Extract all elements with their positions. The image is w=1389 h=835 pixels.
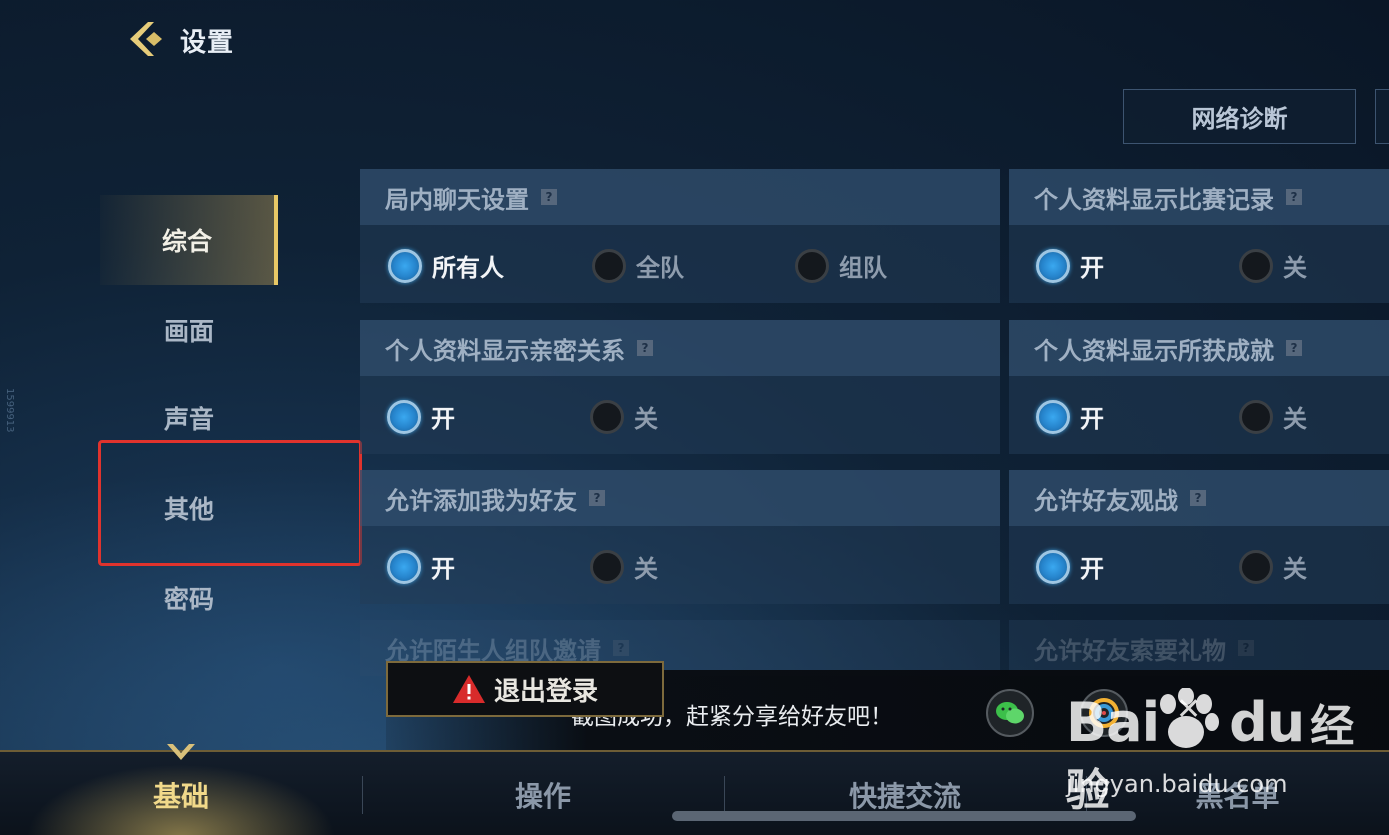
radio-label: 开: [431, 405, 455, 433]
watermark-logo-text: Bai: [1066, 691, 1160, 754]
achievements-panel: 个人资料显示所获成就 ? 开 关: [1009, 320, 1389, 454]
radio-dot-icon: [387, 399, 421, 434]
radio-intimacy-on[interactable]: 开: [387, 399, 455, 434]
radio-chat-team[interactable]: 全队: [592, 248, 684, 283]
radio-label: 全队: [636, 254, 684, 282]
panel-title: 个人资料显示亲密关系: [385, 336, 625, 365]
radio-label: 组队: [839, 254, 887, 282]
help-icon[interactable]: ?: [541, 189, 557, 205]
radio-dot-icon: [1036, 549, 1070, 584]
radio-label: 关: [634, 555, 658, 583]
radio-label: 开: [1080, 254, 1104, 282]
radio-dot-icon: [388, 248, 422, 283]
wechat-share-icon[interactable]: [986, 689, 1034, 737]
radio-add-friend-on[interactable]: 开: [387, 549, 455, 584]
match-record-panel: 个人资料显示比赛记录 ? 开 关: [1009, 169, 1389, 303]
logout-label: 退出登录: [493, 676, 598, 707]
panel-header: 允许添加我为好友 ?: [360, 470, 1000, 526]
radio-dot-icon: [1239, 399, 1273, 434]
panel-title: 个人资料显示所获成就: [1034, 336, 1274, 365]
radio-chat-everyone[interactable]: 所有人: [388, 248, 504, 283]
radio-chat-party[interactable]: 组队: [795, 248, 887, 283]
panel-title: 允许好友观战: [1034, 486, 1178, 515]
radio-intimacy-off[interactable]: 关: [590, 399, 658, 434]
radio-dot-icon: [592, 248, 626, 283]
active-tab-chevron-icon: [167, 744, 195, 760]
side-id-text: 1599913: [4, 388, 15, 433]
radio-label: 关: [1283, 405, 1307, 433]
spectate-panel: 允许好友观战 ? 开 关: [1009, 470, 1389, 604]
back-arrow-icon[interactable]: [124, 18, 166, 60]
radio-label: 开: [1080, 405, 1104, 433]
radio-label: 关: [1283, 254, 1307, 282]
extra-header-button[interactable]: [1375, 89, 1389, 144]
help-icon[interactable]: ?: [613, 640, 629, 656]
sidebar-item-graphics[interactable]: 画面: [100, 285, 278, 375]
radio-label: 关: [1283, 555, 1307, 583]
help-icon[interactable]: ?: [1238, 640, 1254, 656]
panel-header: 局内聊天设置 ?: [360, 169, 1000, 225]
gift-request-panel: 允许好友索要礼物 ?: [1009, 620, 1389, 676]
watermark-url: jingyan.baidu.com: [1066, 770, 1288, 798]
add-friend-panel: 允许添加我为好友 ? 开 关: [360, 470, 1000, 604]
sidebar-item-password[interactable]: 密码: [100, 553, 278, 643]
radio-dot-icon: [1036, 248, 1070, 283]
radio-label: 开: [1080, 555, 1104, 583]
intimacy-panel: 个人资料显示亲密关系 ? 开 关: [360, 320, 1000, 454]
panel-header: 允许好友观战 ?: [1009, 470, 1389, 526]
radio-achievements-on[interactable]: 开: [1036, 399, 1104, 434]
radio-label: 关: [634, 405, 658, 433]
tab-quick-chat[interactable]: 快捷交流: [724, 752, 1086, 835]
logout-button[interactable]: 退出登录: [386, 661, 664, 717]
panel-title: 允许好友索要礼物: [1034, 636, 1226, 665]
panel-header: 个人资料显示所获成就 ?: [1009, 320, 1389, 376]
watermark-logo-suffix: du: [1229, 691, 1305, 754]
panel-header: 个人资料显示亲密关系 ?: [360, 320, 1000, 376]
network-diagnosis-button[interactable]: 网络诊断: [1123, 89, 1356, 144]
panel-title: 允许添加我为好友: [385, 486, 577, 515]
watermark-logo: Bai du 经验: [1066, 690, 1389, 818]
radio-dot-icon: [590, 399, 624, 434]
sidebar-item-general[interactable]: 综合: [100, 195, 278, 285]
radio-label: 开: [431, 555, 455, 583]
chat-settings-panel: 局内聊天设置 ? 所有人 全队 组队: [360, 169, 1000, 303]
help-icon[interactable]: ?: [637, 340, 653, 356]
help-icon[interactable]: ?: [1190, 490, 1206, 506]
panel-header: 个人资料显示比赛记录 ?: [1009, 169, 1389, 225]
help-icon[interactable]: ?: [589, 490, 605, 506]
page-title: 设置: [180, 28, 235, 58]
radio-match-record-off[interactable]: 关: [1239, 248, 1307, 283]
radio-add-friend-off[interactable]: 关: [590, 549, 658, 584]
panel-header: 允许好友索要礼物 ?: [1009, 620, 1389, 676]
help-icon[interactable]: ?: [1286, 189, 1302, 205]
tab-basic[interactable]: 基础: [0, 752, 362, 835]
tab-controls[interactable]: 操作: [362, 752, 724, 835]
help-icon[interactable]: ?: [1286, 340, 1302, 356]
radio-dot-icon: [1239, 549, 1273, 584]
radio-dot-icon: [1036, 399, 1070, 434]
radio-achievements-off[interactable]: 关: [1239, 399, 1307, 434]
radio-match-record-on[interactable]: 开: [1036, 248, 1104, 283]
radio-dot-icon: [590, 549, 624, 584]
warning-icon: [452, 675, 485, 703]
panel-title: 局内聊天设置: [385, 185, 529, 214]
radio-label: 所有人: [432, 254, 504, 282]
panel-title: 个人资料显示比赛记录: [1034, 185, 1274, 214]
radio-spectate-off[interactable]: 关: [1239, 549, 1307, 584]
radio-spectate-on[interactable]: 开: [1036, 549, 1104, 584]
radio-dot-icon: [387, 549, 421, 584]
highlight-annotation-box: [98, 440, 362, 566]
radio-dot-icon: [795, 248, 829, 283]
radio-dot-icon: [1239, 248, 1273, 283]
